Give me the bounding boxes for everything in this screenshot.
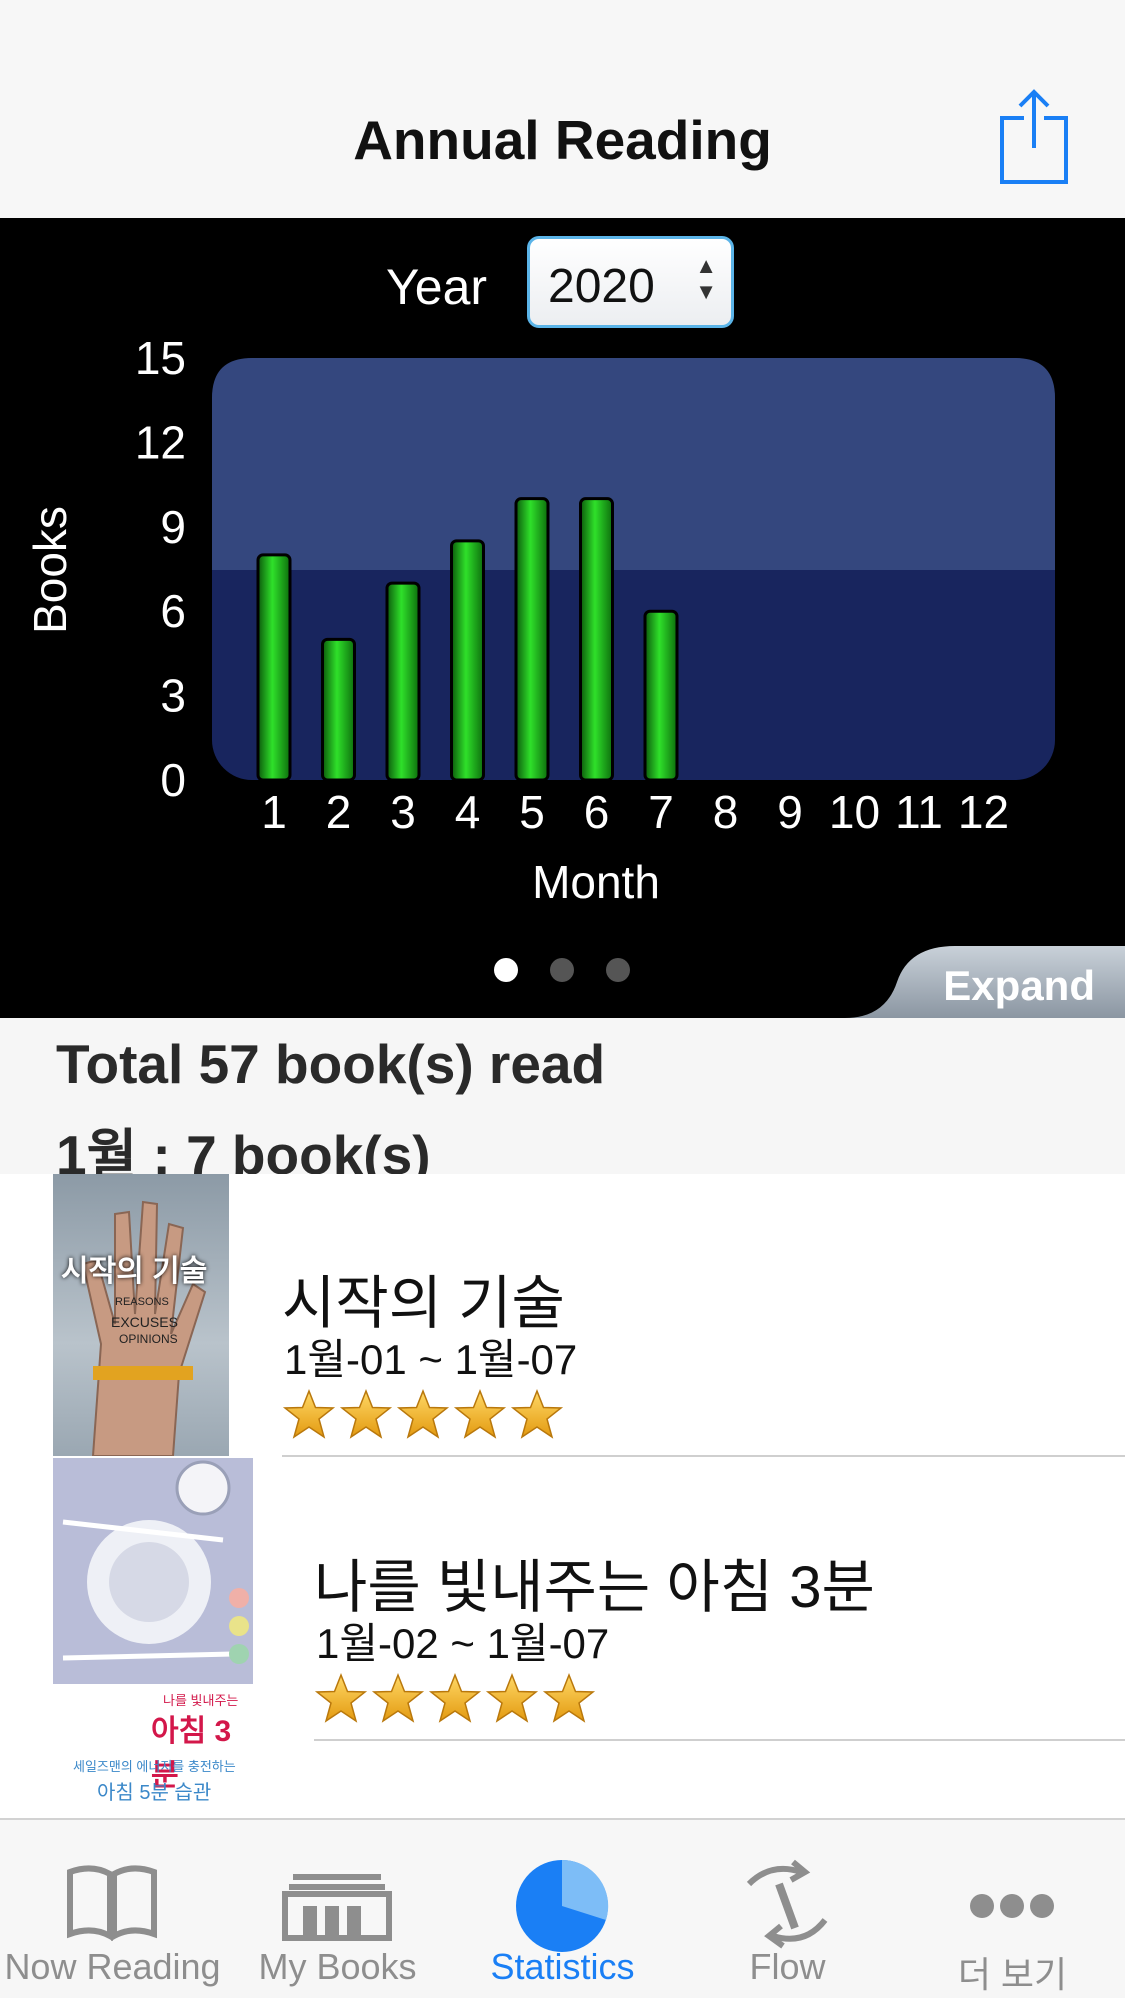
book-dates: 1월-02 ~ 1월-07	[316, 1620, 610, 1667]
x-tick-label: 6	[584, 786, 610, 838]
y-tick-label: 3	[160, 670, 186, 722]
book-cover: 나를 빛내주는 아침 3분 세일즈맨의 에너지를 충전하는 아침 5분 습관	[53, 1458, 253, 1818]
navigation-bar: Annual Reading	[0, 0, 1125, 218]
cover-subtitle-2: 아침 5분 습관	[97, 1782, 212, 1804]
x-tick-label: 10	[829, 786, 880, 838]
x-tick-label: 3	[390, 786, 416, 838]
x-tick-label: 4	[455, 786, 481, 838]
plot-area-highlight	[212, 358, 1055, 570]
x-tick-label: 7	[648, 786, 674, 838]
x-axis-label: Month	[532, 856, 660, 908]
x-tick-label: 8	[713, 786, 739, 838]
list-item[interactable]: 시작의 기술 EXCUSES OPINIONS REASONS 시작의 기술 1…	[0, 1174, 1125, 1457]
share-button[interactable]	[998, 88, 1070, 186]
star-icon	[396, 1388, 450, 1439]
tab-label: Statistics	[490, 1946, 635, 1987]
bar-month-4	[450, 539, 485, 782]
star-icon	[510, 1388, 564, 1439]
tab-more[interactable]: 더 보기	[900, 1820, 1125, 1995]
row-divider	[314, 1739, 1125, 1741]
x-tick-label: 2	[326, 786, 352, 838]
star-rating	[314, 1672, 596, 1726]
star-icon	[339, 1388, 393, 1439]
y-axis-label: Books	[24, 506, 76, 634]
x-tick-label: 11	[895, 786, 943, 838]
cover-title: 시작의 기술	[61, 1255, 208, 1288]
x-tick-label: 12	[958, 786, 1009, 838]
star-rating	[282, 1388, 564, 1442]
bar-month-6	[579, 497, 614, 782]
reading-summary: Total 57 book(s) read 1월 : 7 book(s)	[0, 1018, 1125, 1186]
cover-subtitle: 세일즈맨의 에너지를 충전하는	[73, 1759, 236, 1774]
list-item[interactable]: 나를 빛내주는 아침 3분 세일즈맨의 에너지를 충전하는 아침 5분 습관 나…	[0, 1458, 1125, 1818]
more-dots-icon	[970, 1894, 1054, 1918]
tab-bar: Now Reading My Books Statistics Flow 더 보…	[0, 1818, 1125, 1995]
star-icon	[485, 1672, 539, 1723]
expand-button[interactable]: Expand	[943, 962, 1095, 1010]
page-indicator[interactable]	[490, 958, 640, 986]
star-icon	[542, 1672, 596, 1723]
tab-label: My Books	[258, 1946, 417, 1987]
bookshelf-icon	[282, 1874, 392, 1941]
tab-now-reading[interactable]: Now Reading	[0, 1820, 225, 1990]
pie-chart-icon	[516, 1859, 609, 1952]
y-tick-label: 12	[135, 416, 186, 468]
star-icon	[428, 1672, 482, 1723]
cover-word-2: OPINIONS	[119, 1332, 178, 1346]
total-books-text: Total 57 book(s) read	[56, 1033, 606, 1095]
star-icon	[314, 1672, 368, 1723]
flow-arrows-icon	[746, 1859, 828, 1949]
y-tick-label: 15	[135, 332, 186, 384]
tab-flow[interactable]: Flow	[675, 1820, 900, 1990]
x-tick-label: 9	[777, 786, 803, 838]
bar-month-5	[514, 497, 550, 782]
bar-month-2	[321, 637, 356, 782]
cover-badge	[93, 1366, 193, 1380]
page-dot-1[interactable]	[494, 958, 518, 982]
tab-statistics[interactable]: Statistics	[450, 1820, 675, 1990]
tab-label: Flow	[749, 1946, 826, 1987]
star-icon	[371, 1672, 425, 1723]
y-tick-label: 9	[160, 501, 186, 553]
row-divider	[282, 1455, 1125, 1457]
tab-label: Now Reading	[4, 1946, 221, 1987]
star-icon	[282, 1388, 336, 1439]
tab-label: 더 보기	[957, 1954, 1068, 1995]
open-book-icon	[67, 1865, 157, 1942]
page-dot-3[interactable]	[606, 958, 630, 982]
cover-word-3: REASONS	[115, 1296, 169, 1308]
book-dates: 1월-01 ~ 1월-07	[284, 1336, 578, 1383]
star-icon	[453, 1388, 507, 1439]
y-tick-label: 6	[160, 585, 186, 637]
page-dot-2[interactable]	[550, 958, 574, 982]
book-list: 시작의 기술 EXCUSES OPINIONS REASONS 시작의 기술 1…	[0, 1174, 1125, 1818]
bar-month-3	[385, 581, 421, 782]
x-tick-label: 5	[519, 786, 545, 838]
annual-reading-chart: 03691215 1 2 3 4 5 6 7 8 9 10 11 12 Books Month	[24, 332, 1055, 908]
book-cover: 시작의 기술 EXCUSES OPINIONS REASONS	[53, 1174, 229, 1456]
bar-month-7	[643, 609, 679, 782]
x-tick-label: 1	[261, 786, 287, 838]
page-title: Annual Reading	[353, 109, 772, 171]
y-tick-label: 0	[160, 754, 186, 806]
tab-my-books[interactable]: My Books	[225, 1820, 450, 1990]
chart-panel: Year 2020 ▲ ▼ 0 3 6 9 12 15 1 2 3 4 5 6 7 8 9 10 11 12 Bo…	[0, 218, 1125, 1018]
cover-word-1: EXCUSES	[111, 1314, 178, 1330]
share-icon	[1000, 89, 1068, 184]
bar-month-1	[256, 553, 292, 782]
